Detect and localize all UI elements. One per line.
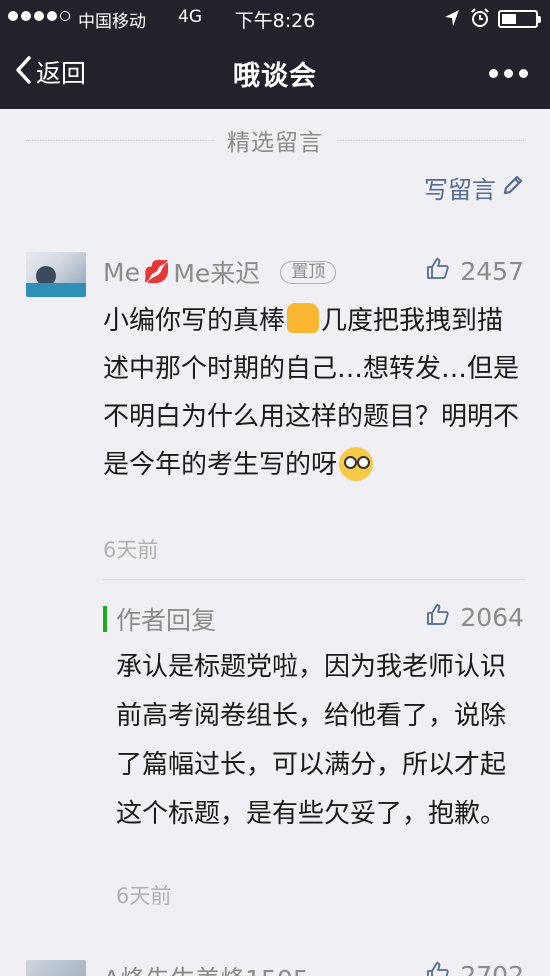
comment-like-count: 2702 [460,960,524,976]
thumbs-up-emoji-icon [287,303,320,333]
reply-time: 6天前 [116,884,172,908]
reply-accent-bar [103,606,107,632]
alarm-clock-icon [470,8,490,33]
top-bar: 中国移动 4G 下午8:26 返回 哦谈会 [0,0,550,109]
dizzy-face-emoji-icon [339,447,374,481]
page-title: 哦谈会 [233,61,317,92]
avatar[interactable] [26,960,86,976]
lips-emoji-icon: 💋 [142,259,171,285]
write-comment-label: 写留言 [424,176,496,204]
author-reply-text: 承认是标题党啦，因为我老师认识前高考阅卷组长，给他看了，说除了篇幅过长，可以满分… [116,652,507,829]
section-title: 精选留言 [227,130,323,156]
comment-text: 小编你写的真棒 几度把我拽到描述中那个时期的自己…想转发…但是不明白为什么用这样的… [103,297,525,489]
comment-nickname[interactable]: Me 💋 Me来迟 置顶 [103,254,337,290]
write-comment-button[interactable]: 写留言 [424,170,524,205]
battery-level [502,14,516,24]
thumbs-up-icon [426,960,450,976]
more-options-button[interactable] [489,69,528,78]
reply-like-count: 2064 [460,602,524,632]
nickname-part2: Me来迟 [173,259,261,288]
comment-text-part1: 小编你写的真棒 [103,306,286,336]
comment-nickname[interactable]: A烽先生美烽1505 [103,960,309,976]
navigation-bar: 返回 哦谈会 [0,36,550,109]
nickname-part1: Me [103,257,140,287]
reply-like-button[interactable]: 2064 [426,602,524,632]
status-bar: 中国移动 4G 下午8:26 [0,0,550,36]
pencil-icon [502,174,524,202]
author-reply-header: 作者回复 [103,601,216,637]
avatar[interactable] [26,252,86,297]
status-time: 下午8:26 [234,10,316,32]
featured-comments-header: 精选留言 [26,122,524,158]
comment-like-button[interactable]: 2702 [426,960,524,976]
thumbs-up-icon [426,602,450,632]
pinned-badge: 置顶 [280,260,337,284]
thumbs-up-icon [426,256,450,286]
divider [103,579,525,580]
location-arrow-icon [444,9,460,32]
author-reply-label: 作者回复 [116,606,217,635]
comment-like-count: 2457 [460,256,524,286]
comment-like-button[interactable]: 2457 [426,256,524,286]
battery-icon [498,10,541,28]
comment-time: 6天前 [103,538,159,562]
